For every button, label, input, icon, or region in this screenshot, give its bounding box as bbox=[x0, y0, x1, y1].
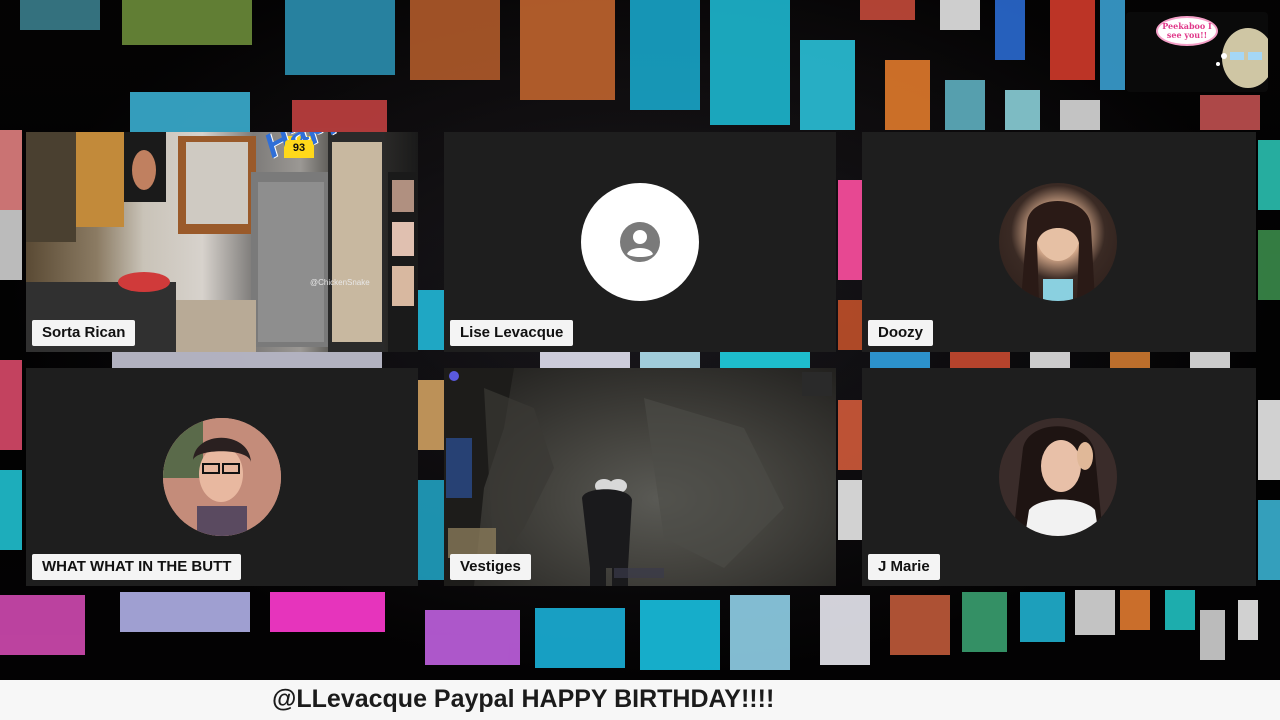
profile-photo-art bbox=[1021, 200, 1095, 301]
participant-name-label: J Marie bbox=[868, 554, 940, 580]
stream-canvas: Happy B 93 @ChickenSnake Sorta Rican Lis… bbox=[0, 0, 1280, 720]
participant-tile-sorta-rican[interactable]: Happy B 93 @ChickenSnake Sorta Rican bbox=[26, 132, 418, 352]
profile-photo bbox=[163, 418, 281, 536]
participant-tile-j-marie[interactable]: J Marie bbox=[862, 368, 1256, 586]
ticker-text: @LLevacque Paypal HAPPY BIRTHDAY!!!! bbox=[272, 685, 775, 713]
participant-tile-doozy[interactable]: Doozy bbox=[862, 132, 1256, 352]
channel-badge: 93 bbox=[285, 140, 313, 156]
speech-bubble: Peekaboo I see you!! bbox=[1156, 16, 1218, 46]
user-circle-icon bbox=[620, 222, 660, 262]
participant-tile-vestiges[interactable]: Vestiges bbox=[444, 368, 836, 586]
participant-name-label: Vestiges bbox=[450, 554, 531, 580]
default-avatar bbox=[581, 183, 699, 301]
participant-tile-lise-levacque[interactable]: Lise Levacque bbox=[444, 132, 836, 352]
participant-name-label: Doozy bbox=[868, 320, 933, 346]
profile-photo bbox=[999, 183, 1117, 301]
peekaboo-overlay: Peekaboo I see you!! bbox=[1126, 12, 1268, 92]
participant-name-label: WHAT WHAT IN THE BUTT bbox=[32, 554, 242, 580]
participant-tile-what-what[interactable]: WHAT WHAT IN THE BUTT bbox=[26, 368, 418, 586]
participant-name-label: Sorta Rican bbox=[32, 320, 136, 346]
participant-name-label: Lise Levacque bbox=[450, 320, 574, 346]
profile-photo-art bbox=[999, 418, 1117, 536]
profile-photo-art bbox=[163, 418, 281, 536]
kitchen-scene-art bbox=[26, 132, 416, 352]
social-handle: @ChickenSnake bbox=[310, 278, 370, 287]
profile-photo bbox=[999, 418, 1117, 536]
